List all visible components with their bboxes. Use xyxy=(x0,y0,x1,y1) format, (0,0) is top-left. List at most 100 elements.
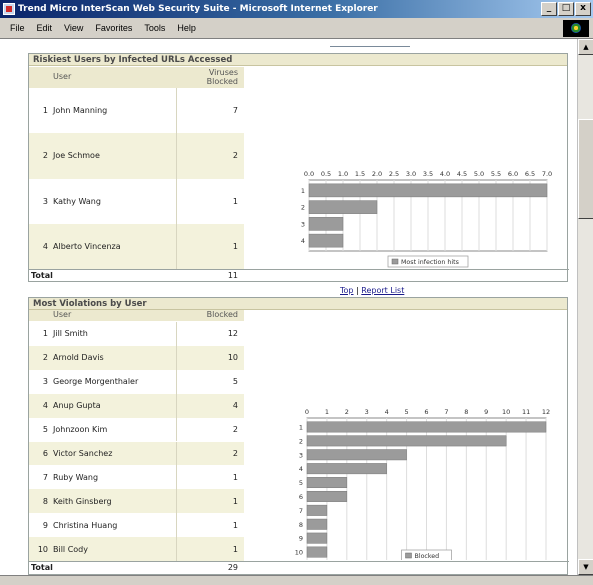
row-value: 4 xyxy=(176,393,244,418)
close-button[interactable]: x xyxy=(575,2,591,16)
bar xyxy=(306,546,328,558)
menu-view[interactable]: View xyxy=(58,23,89,33)
menu-file[interactable]: File xyxy=(4,23,31,33)
infection-hits-chart: 0.0 0.5 1.0 1.5 2.0 2.5 3.0 3.5 4.0 4.5 5.0 5.5 6.0 6… xyxy=(301,170,552,268)
menu-favorites[interactable]: Favorites xyxy=(89,23,138,33)
row-index: 4 xyxy=(42,401,48,411)
y-tick-label: 1 xyxy=(301,187,305,195)
menu-help[interactable]: Help xyxy=(171,23,202,33)
row-index: 10 xyxy=(37,544,48,554)
report-title: Riskiest Users by Infected URLs Accessed xyxy=(29,54,567,66)
row-value: 2 xyxy=(176,441,244,466)
windows-logo-icon xyxy=(563,20,589,37)
column-header-user: User xyxy=(53,310,72,319)
report-list-link[interactable]: Report List xyxy=(361,286,404,295)
row-value: 1 xyxy=(176,223,244,269)
menu-edit[interactable]: Edit xyxy=(31,23,59,33)
bar xyxy=(308,233,344,248)
row-index: 7 xyxy=(42,472,48,482)
row-index: 4 xyxy=(42,241,48,251)
user-name: Christina Huang xyxy=(53,520,118,530)
row-value: 10 xyxy=(176,345,244,370)
y-tick-label: 6 xyxy=(299,493,303,501)
user-name: Alberto Vincenza xyxy=(53,241,121,251)
row-index: 5 xyxy=(42,425,48,435)
table-row: 4 Alberto Vincenza 1 xyxy=(29,223,244,269)
legend-label: Blocked xyxy=(415,553,440,560)
x-tick-label: 6.5 xyxy=(525,170,535,178)
table-row: 7 Ruby Wang 1 xyxy=(29,465,244,490)
x-tick-label: 0 xyxy=(305,408,309,416)
x-tick-label: 4.0 xyxy=(440,170,450,178)
bar xyxy=(306,532,328,544)
table-row: 8 Keith Ginsberg 1 xyxy=(29,489,244,514)
user-name: Jill Smith xyxy=(53,329,88,339)
report-most-violations: Most Violations by User User Blocked 1 Ji… xyxy=(28,297,569,575)
clipped-top-links xyxy=(330,43,410,47)
window-title-bar: Trend Micro InterScan Web Security Suite… xyxy=(0,0,593,18)
y-tick-label: 4 xyxy=(301,237,305,245)
y-tick-label: 1 xyxy=(299,423,303,431)
minimize-button[interactable]: _ xyxy=(541,2,557,16)
bar xyxy=(306,477,348,489)
horizontal-scrollbar[interactable] xyxy=(0,575,593,585)
legend-swatch xyxy=(391,258,399,265)
total-row: Total 29 xyxy=(29,561,569,573)
row-value: 2 xyxy=(176,133,244,179)
user-name: Johnzoon Kim xyxy=(53,425,108,435)
user-name: Anup Gupta xyxy=(53,401,101,411)
table-row: 6 Victor Sanchez 2 xyxy=(29,441,244,466)
scroll-thumb[interactable] xyxy=(578,119,593,219)
scroll-up-arrow-icon[interactable]: ▲ xyxy=(578,39,593,55)
y-tick-label: 9 xyxy=(299,535,303,543)
x-tick-label: 4 xyxy=(385,408,389,416)
x-tick-label: 5.0 xyxy=(474,170,484,178)
table-row: 10 Bill Cody 1 xyxy=(29,537,244,561)
y-tick-label: 5 xyxy=(299,479,303,487)
x-tick-label: 0.0 xyxy=(304,170,314,178)
table-row: 1 John Manning 7 xyxy=(29,88,244,134)
row-value: 2 xyxy=(176,417,244,442)
report-title: Most Violations by User xyxy=(29,298,567,310)
top-link[interactable]: Top xyxy=(340,286,354,295)
total-value: 11 xyxy=(227,271,238,280)
row-index: 2 xyxy=(42,151,48,161)
nav-links: Top | Report List xyxy=(340,286,404,295)
user-name: Joe Schmoe xyxy=(53,151,100,161)
legend-label: Most infection hits xyxy=(401,259,459,266)
x-tick-label: 5.5 xyxy=(491,170,501,178)
x-tick-label: 6 xyxy=(424,408,428,416)
user-name: Arnold Davis xyxy=(53,353,104,363)
x-tick-label: 6.0 xyxy=(508,170,518,178)
maximize-button[interactable]: □ xyxy=(558,2,574,16)
ie-app-icon xyxy=(3,3,15,15)
row-index: 2 xyxy=(42,353,48,363)
table-row: 5 Johnzoon Kim 2 xyxy=(29,417,244,442)
x-tick-label: 10 xyxy=(502,408,510,416)
row-value: 7 xyxy=(176,88,244,134)
y-tick-label: 2 xyxy=(299,437,303,445)
bar xyxy=(306,504,328,516)
column-header-user: User xyxy=(53,72,72,81)
window-title: Trend Micro InterScan Web Security Suite… xyxy=(18,4,378,14)
x-tick-label: 4.5 xyxy=(457,170,467,178)
bar xyxy=(306,449,407,461)
report-riskiest-users: Riskiest Users by Infected URLs Accessed… xyxy=(28,53,569,282)
bar xyxy=(308,200,378,214)
total-row: Total 11 xyxy=(29,269,569,281)
scroll-down-arrow-icon[interactable]: ▼ xyxy=(578,559,593,575)
user-name: Ruby Wang xyxy=(53,472,99,482)
x-tick-label: 7.0 xyxy=(542,170,552,178)
page-viewport: Riskiest Users by Infected URLs Accessed… xyxy=(0,39,577,575)
menu-tools[interactable]: Tools xyxy=(138,23,171,33)
row-index: 9 xyxy=(42,520,48,530)
x-tick-label: 2.0 xyxy=(372,170,382,178)
row-value: 12 xyxy=(176,322,244,346)
bar xyxy=(306,463,387,475)
vertical-scrollbar[interactable]: ▲ ▼ xyxy=(577,39,593,575)
x-tick-label: 9 xyxy=(484,408,488,416)
row-value: 1 xyxy=(176,537,244,561)
x-tick-label: 11 xyxy=(522,408,530,416)
x-tick-label: 1.0 xyxy=(338,170,348,178)
y-tick-label: 3 xyxy=(301,220,305,228)
